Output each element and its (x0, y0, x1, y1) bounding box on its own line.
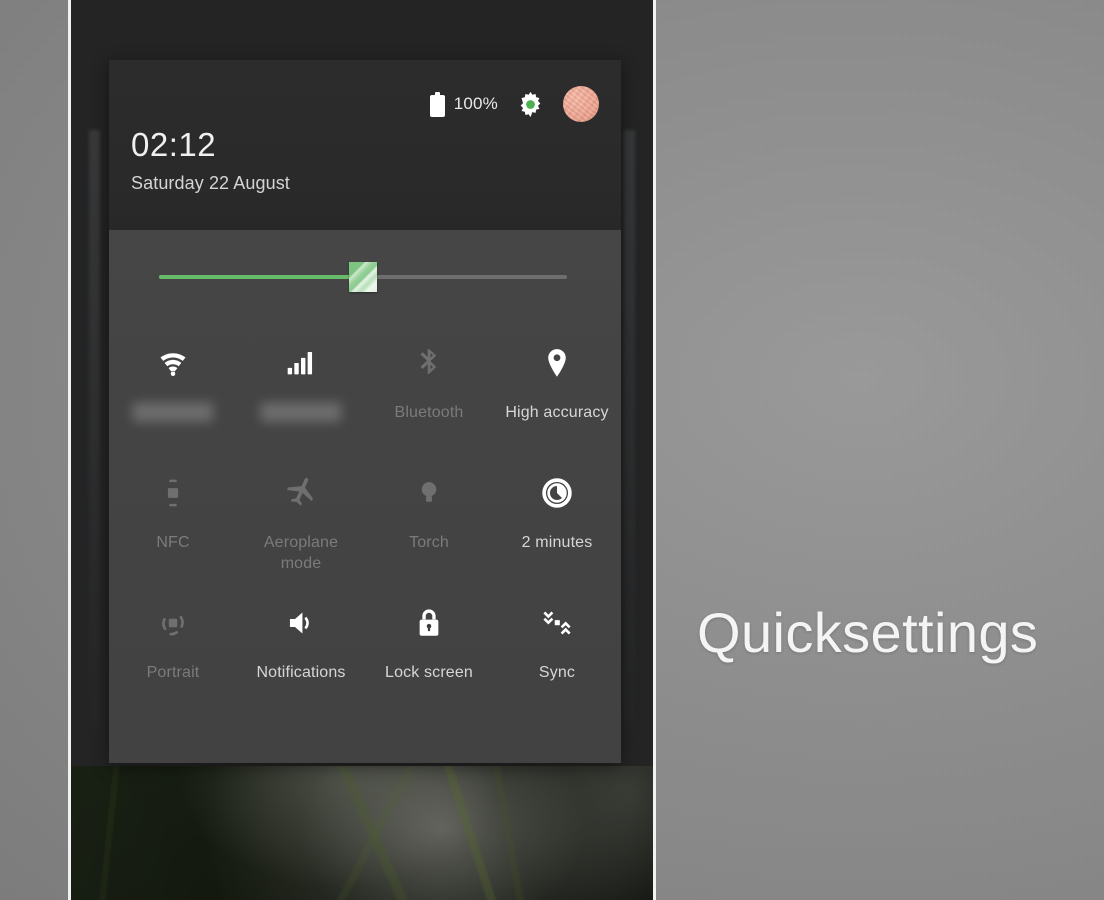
quick-settings-panel: 100% 02:12 Saturday 22 August ███████ ██… (109, 60, 621, 763)
brightness-slider[interactable] (159, 262, 567, 292)
torch-icon (406, 470, 452, 516)
sync-icon (534, 600, 580, 646)
lock-icon (406, 600, 452, 646)
quick-settings-tile[interactable]: Portrait (109, 586, 237, 716)
status-row: 100% (131, 60, 599, 122)
tile-label: ███████ (132, 404, 214, 421)
page-title: Quicksettings (697, 601, 1039, 664)
tile-label: High accuracy (505, 404, 609, 421)
tile-label: 2 minutes (521, 534, 593, 551)
tile-label: Lock screen (385, 664, 473, 681)
quick-settings-tile-grid: ███████ ███████ Bluetooth High accuracy NFC A… (109, 326, 621, 716)
wifi-icon (150, 340, 196, 386)
gear-icon[interactable] (516, 90, 545, 119)
quick-settings-tile[interactable]: Bluetooth (365, 326, 493, 456)
quick-settings-tile[interactable]: High accuracy (493, 326, 621, 456)
quick-settings-tile[interactable]: ███████ (237, 326, 365, 456)
tile-label: NFC (156, 534, 190, 551)
scrim-light-strip-right (624, 130, 635, 730)
tile-label: Sync (538, 664, 576, 681)
tile-label: Bluetooth (394, 404, 464, 421)
tile-label: Portrait (146, 664, 200, 681)
location-pin-icon (534, 340, 580, 386)
quick-settings-tile[interactable]: Torch (365, 456, 493, 586)
scrim-light-strip-left (89, 130, 100, 730)
quick-settings-body: ███████ ███████ Bluetooth High accuracy NFC A… (109, 230, 621, 763)
quick-settings-tile[interactable]: ███████ (109, 326, 237, 456)
clock-time: 02:12 (131, 126, 217, 163)
volume-icon (278, 600, 324, 646)
quick-settings-tile[interactable]: Sync (493, 586, 621, 716)
bluetooth-icon (406, 340, 452, 386)
tile-label: Aeroplane mode (263, 534, 339, 573)
quick-settings-tile[interactable]: Aeroplane mode (237, 456, 365, 586)
clock-date: Saturday 22 August (131, 173, 290, 193)
user-avatar[interactable] (563, 86, 599, 122)
quick-settings-tile[interactable]: Notifications (237, 586, 365, 716)
battery-level-label: 100% (453, 94, 498, 113)
battery-status: 100% (429, 91, 498, 117)
battery-full-icon (429, 91, 445, 117)
quick-settings-tile[interactable]: NFC (109, 456, 237, 586)
quick-settings-header: 100% 02:12 Saturday 22 August (109, 60, 621, 230)
tile-label: Torch (409, 534, 449, 551)
phone-screen: 100% 02:12 Saturday 22 August ███████ ██… (68, 0, 656, 900)
tile-label: Notifications (256, 664, 346, 681)
quick-settings-tile[interactable]: Lock screen (365, 586, 493, 716)
nfc-icon (150, 470, 196, 516)
auto-rotate-icon (150, 600, 196, 646)
sleep-timer-icon (534, 470, 580, 516)
brightness-thumb[interactable] (349, 262, 377, 292)
tile-label: ███████ (260, 404, 342, 421)
quick-settings-tile[interactable]: 2 minutes (493, 456, 621, 586)
brightness-fill (159, 275, 363, 279)
aeroplane-icon (278, 470, 324, 516)
mobile-signal-icon (278, 340, 324, 386)
